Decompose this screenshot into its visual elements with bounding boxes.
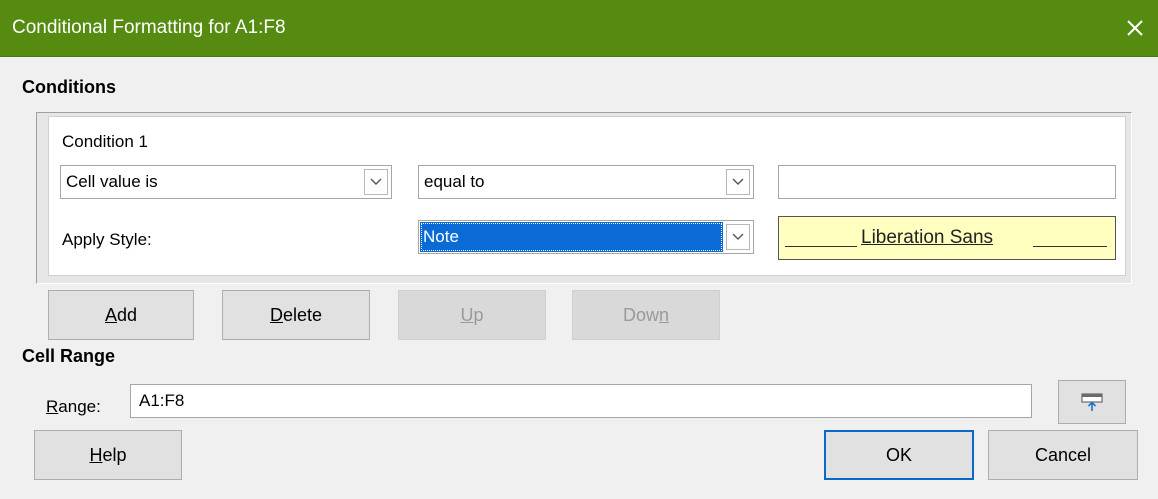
operator-select[interactable]: equal to bbox=[418, 165, 754, 199]
style-preview: Liberation Sans bbox=[778, 216, 1116, 260]
style-dropdown-button[interactable] bbox=[726, 224, 750, 250]
range-label: Range: bbox=[46, 396, 101, 418]
operator-dropdown-button[interactable] bbox=[726, 169, 750, 195]
help-button[interactable]: Help bbox=[34, 430, 182, 480]
condition-type-dropdown-button[interactable] bbox=[364, 169, 388, 195]
window-title: Conditional Formatting for A1:F8 bbox=[12, 17, 286, 38]
delete-button[interactable]: Delete bbox=[222, 290, 370, 340]
add-label-rest: dd bbox=[116, 304, 138, 325]
chevron-down-icon bbox=[732, 233, 744, 240]
condition-type-select[interactable]: Cell value is bbox=[60, 165, 392, 199]
preview-line-left bbox=[785, 246, 857, 247]
range-label-rest: ange: bbox=[58, 397, 101, 416]
down-label-pre: Dow bbox=[622, 304, 659, 325]
close-icon bbox=[1127, 20, 1143, 36]
ok-button[interactable]: OK bbox=[824, 430, 974, 480]
chevron-down-icon bbox=[370, 178, 382, 185]
condition-title: Condition 1 bbox=[62, 132, 149, 151]
shrink-dialog-button[interactable] bbox=[1058, 380, 1126, 424]
up-mnemonic: U bbox=[460, 304, 474, 325]
condition-value-input[interactable] bbox=[778, 165, 1116, 199]
delete-label-rest: elete bbox=[282, 304, 323, 325]
cell-range-section-title: Cell Range bbox=[22, 346, 116, 366]
condition-type-value: Cell value is bbox=[66, 172, 158, 191]
add-button[interactable]: Add bbox=[48, 290, 194, 340]
conditions-section-title: Conditions bbox=[22, 77, 116, 97]
cancel-label: Cancel bbox=[1034, 444, 1092, 465]
up-label-rest: p bbox=[473, 304, 484, 325]
operator-value: equal to bbox=[424, 172, 485, 191]
down-mnemonic: n bbox=[659, 304, 670, 325]
up-button[interactable]: Up bbox=[398, 290, 546, 340]
delete-mnemonic: D bbox=[269, 304, 283, 325]
down-button[interactable]: Dow n bbox=[572, 290, 720, 340]
apply-style-label: Apply Style: bbox=[62, 230, 152, 249]
style-preview-text: Liberation Sans bbox=[861, 227, 994, 248]
help-label-rest: elp bbox=[102, 444, 127, 465]
cancel-button[interactable]: Cancel bbox=[988, 430, 1138, 480]
title-bar: Conditional Formatting for A1:F8 bbox=[0, 0, 1158, 57]
chevron-down-icon bbox=[732, 178, 744, 185]
ok-label: OK bbox=[885, 444, 912, 465]
range-mnemonic: R bbox=[46, 397, 59, 416]
style-select[interactable]: Note bbox=[418, 220, 754, 254]
style-value: Note bbox=[420, 222, 723, 252]
shrink-dialog-icon bbox=[1081, 393, 1103, 411]
preview-line-right bbox=[1033, 246, 1107, 247]
help-mnemonic: H bbox=[89, 444, 103, 465]
add-mnemonic: A bbox=[104, 304, 117, 325]
close-button[interactable] bbox=[1112, 0, 1158, 56]
range-value: A1:F8 bbox=[139, 391, 185, 410]
range-input[interactable]: A1:F8 bbox=[130, 384, 1032, 418]
